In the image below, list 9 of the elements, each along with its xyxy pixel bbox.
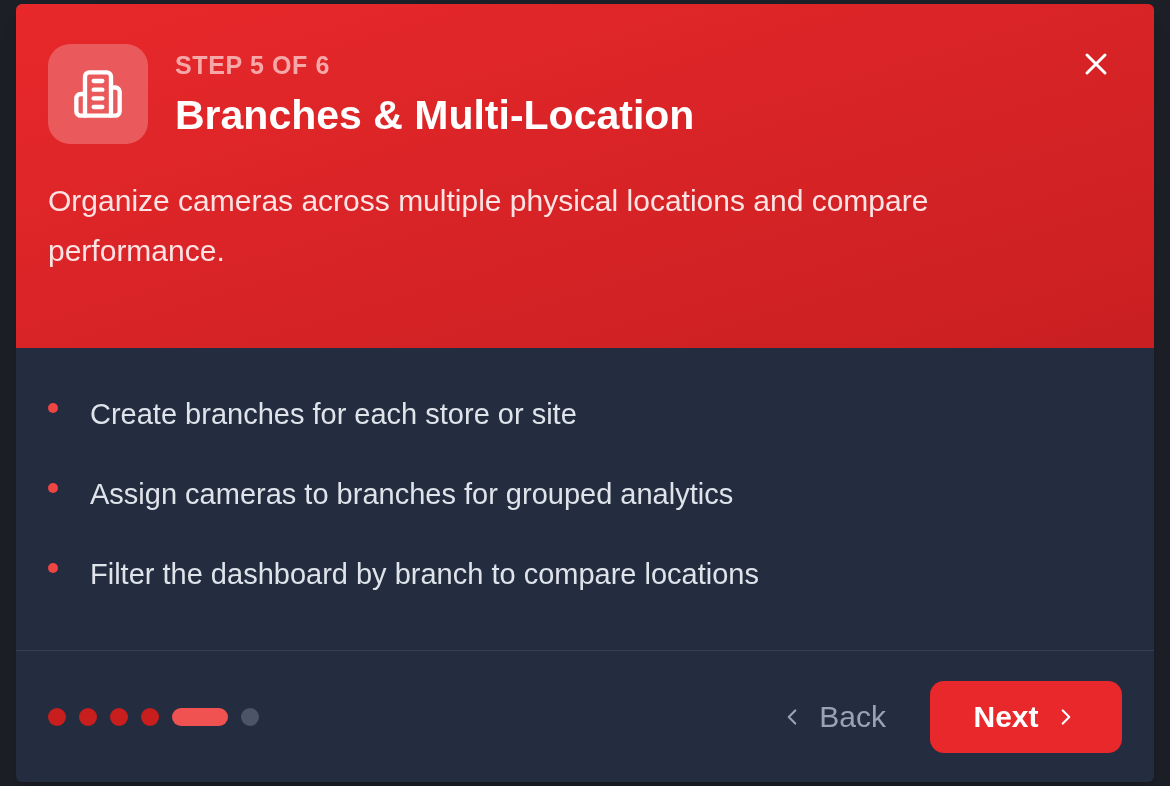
dialog-title: Branches & Multi-Location — [175, 91, 695, 141]
back-button[interactable]: Back — [779, 694, 886, 739]
bullet-text: Filter the dashboard by branch to compare locations — [90, 558, 759, 590]
next-button[interactable]: Next — [930, 680, 1122, 753]
building-icon — [48, 44, 148, 144]
bullet-text: Create branches for each store or site — [90, 398, 577, 430]
bullet-text: Assign cameras to branches for grouped analytics — [90, 478, 734, 510]
dialog-description: Organize cameras across multiple physical locations and compare performance. — [48, 183, 930, 269]
step-label: STEP 5 OF 6 — [175, 49, 332, 81]
